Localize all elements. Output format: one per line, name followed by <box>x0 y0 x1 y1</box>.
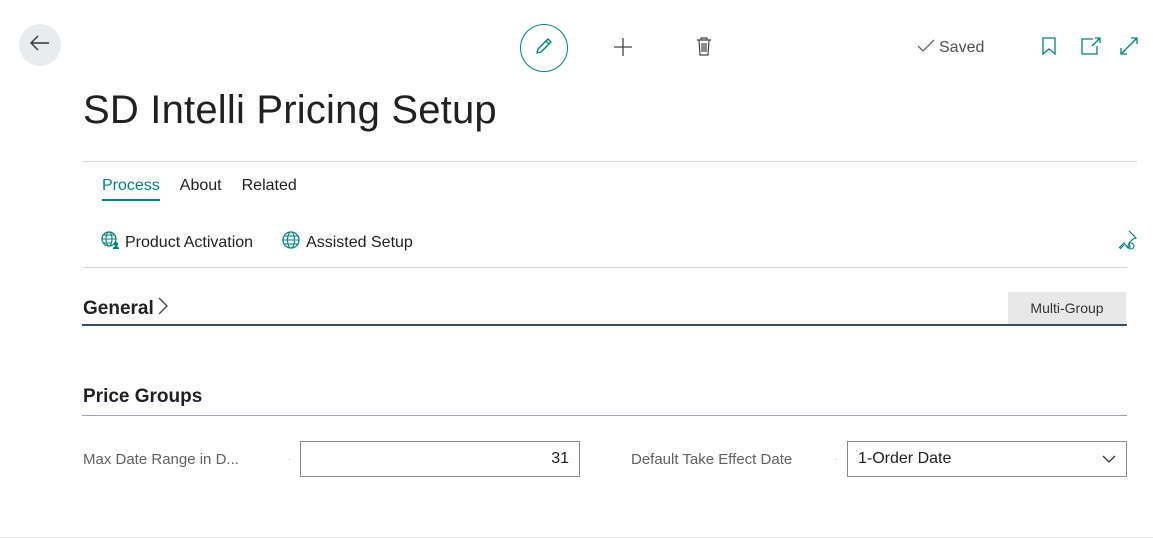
delete-button[interactable] <box>694 36 714 61</box>
page-title: SD Intelli Pricing Setup <box>83 88 497 132</box>
default-take-effect-value: 1-Order Date <box>858 450 952 467</box>
tab-process[interactable]: Process <box>102 177 160 201</box>
back-button[interactable] <box>19 24 61 66</box>
general-section-line <box>82 324 1127 326</box>
saved-label: Saved <box>939 39 985 56</box>
title-divider <box>82 161 1137 162</box>
action-tabs: Process About Related <box>102 177 317 201</box>
plus-icon <box>613 37 633 62</box>
pin-icon <box>1117 230 1138 256</box>
price-groups-section-header: Price Groups <box>83 386 202 408</box>
actions-divider <box>82 267 1127 268</box>
field-separator-dot: · <box>288 454 292 465</box>
bookmark-icon <box>1042 36 1056 60</box>
product-activation-label: Product Activation <box>125 233 254 251</box>
globe-user-icon <box>100 230 120 255</box>
chevron-down-icon <box>1102 450 1116 468</box>
trash-icon <box>696 36 712 61</box>
max-date-range-input[interactable] <box>300 441 580 477</box>
new-button[interactable] <box>612 37 634 62</box>
price-groups-section-line <box>82 415 1127 416</box>
action-bar: Product Activation Assisted Setup <box>100 230 441 255</box>
general-section-header[interactable]: General <box>83 297 168 321</box>
default-take-effect-select[interactable]: 1-Order Date <box>847 441 1127 477</box>
max-date-range-label: Max Date Range in D... <box>83 451 239 468</box>
tab-about[interactable]: About <box>180 177 222 201</box>
saved-status: Saved <box>917 37 984 59</box>
expand-icon <box>1119 36 1139 61</box>
bookmark-button[interactable] <box>1041 36 1057 60</box>
product-activation-action[interactable]: Product Activation <box>100 230 253 255</box>
price-groups-section-title: Price Groups <box>83 386 203 407</box>
page-card: Saved SD Intelli Pricing Setup Process A… <box>0 0 1153 538</box>
edit-button[interactable] <box>520 24 568 72</box>
assisted-setup-action[interactable]: Assisted Setup <box>281 230 413 255</box>
globe-icon <box>281 230 301 255</box>
checkmark-icon <box>917 39 935 58</box>
pin-button[interactable] <box>1117 230 1138 257</box>
assisted-setup-label: Assisted Setup <box>306 233 413 251</box>
general-section-title: General <box>83 298 154 319</box>
expand-button[interactable] <box>1119 36 1139 61</box>
multi-group-badge: Multi-Group <box>1008 292 1126 324</box>
open-new-window-button[interactable] <box>1080 36 1102 60</box>
open-in-new-window-icon <box>1081 36 1101 60</box>
arrow-left-icon <box>30 35 50 56</box>
pencil-icon <box>534 36 554 61</box>
default-take-effect-label: Default Take Effect Date <box>631 451 793 468</box>
chevron-right-icon <box>158 297 168 321</box>
tab-related[interactable]: Related <box>242 177 297 201</box>
field-separator-dot: · <box>834 454 838 465</box>
